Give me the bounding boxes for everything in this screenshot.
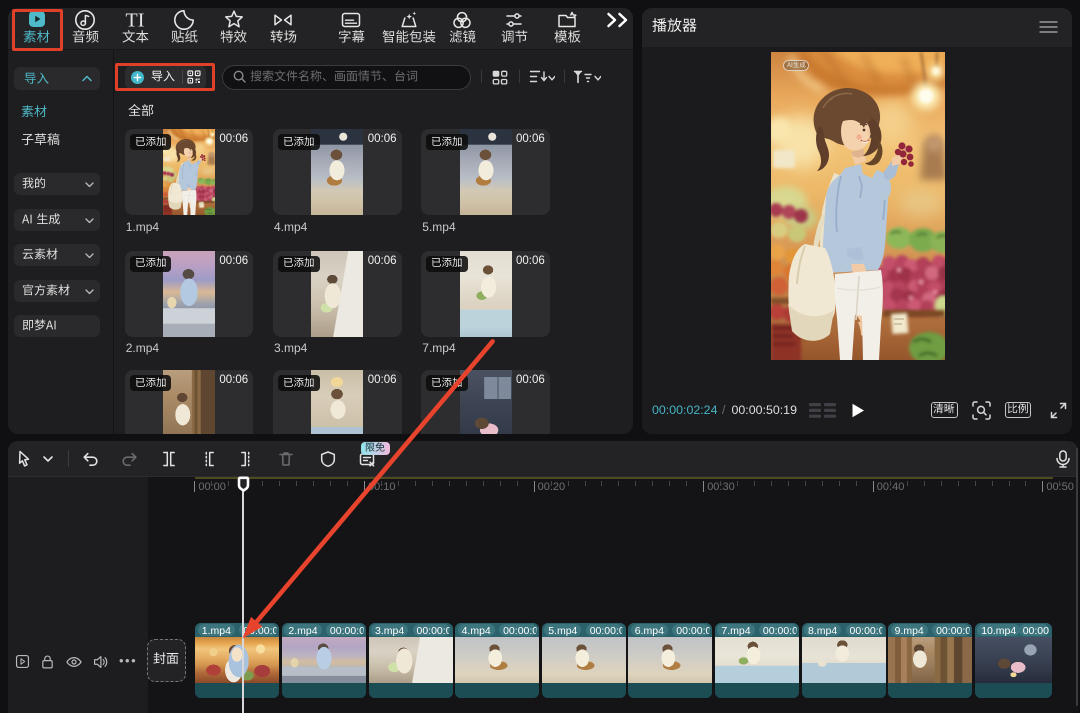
- svg-text:TI: TI: [126, 9, 145, 31]
